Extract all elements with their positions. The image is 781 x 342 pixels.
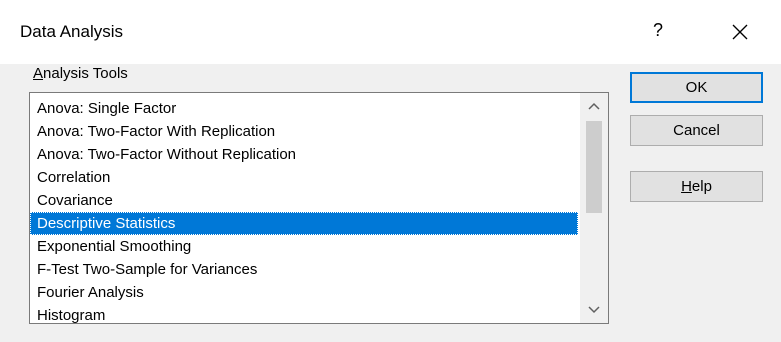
- close-button[interactable]: [728, 20, 752, 44]
- access-key: A: [33, 65, 44, 82]
- analysis-tools-listbox[interactable]: Anova: Single Factor Anova: Two-Factor Wi…: [29, 92, 609, 324]
- help-button-label: elp: [691, 178, 712, 195]
- ok-button[interactable]: OK: [630, 72, 763, 103]
- dialog-title: Data Analysis: [20, 22, 123, 41]
- label-text: nalysis Tools: [43, 65, 128, 82]
- list-item[interactable]: Anova: Two-Factor With Replication: [30, 120, 578, 143]
- list-item[interactable]: F-Test Two-Sample for Variances: [30, 258, 578, 281]
- list-item[interactable]: Fourier Analysis: [30, 281, 578, 304]
- list-item[interactable]: Descriptive Statistics: [30, 212, 578, 235]
- cancel-button[interactable]: Cancel: [630, 115, 763, 146]
- scroll-thumb[interactable]: [586, 121, 602, 213]
- scroll-up-button[interactable]: [580, 95, 608, 117]
- vertical-scrollbar[interactable]: [580, 93, 608, 323]
- list-item[interactable]: Covariance: [30, 189, 578, 212]
- help-button[interactable]: Help: [630, 171, 763, 202]
- list-item[interactable]: Anova: Two-Factor Without Replication: [30, 143, 578, 166]
- close-icon: [732, 24, 748, 40]
- data-analysis-dialog: Data Analysis ? Analysis Tools Anova: Si…: [0, 0, 781, 342]
- list-item[interactable]: Exponential Smoothing: [30, 235, 578, 258]
- list-item[interactable]: Correlation: [30, 166, 578, 189]
- analysis-tools-label: Analysis Tools: [33, 64, 128, 84]
- chevron-down-icon: [588, 306, 600, 314]
- help-question-button[interactable]: ?: [648, 18, 668, 42]
- chevron-up-icon: [588, 102, 600, 110]
- title-bar: Data Analysis ?: [0, 0, 781, 64]
- list-item[interactable]: Anova: Single Factor: [30, 97, 578, 120]
- tool-list: Anova: Single Factor Anova: Two-Factor Wi…: [30, 97, 578, 323]
- scroll-down-button[interactable]: [580, 299, 608, 321]
- access-key: H: [681, 178, 692, 195]
- list-item[interactable]: Histogram: [30, 304, 578, 323]
